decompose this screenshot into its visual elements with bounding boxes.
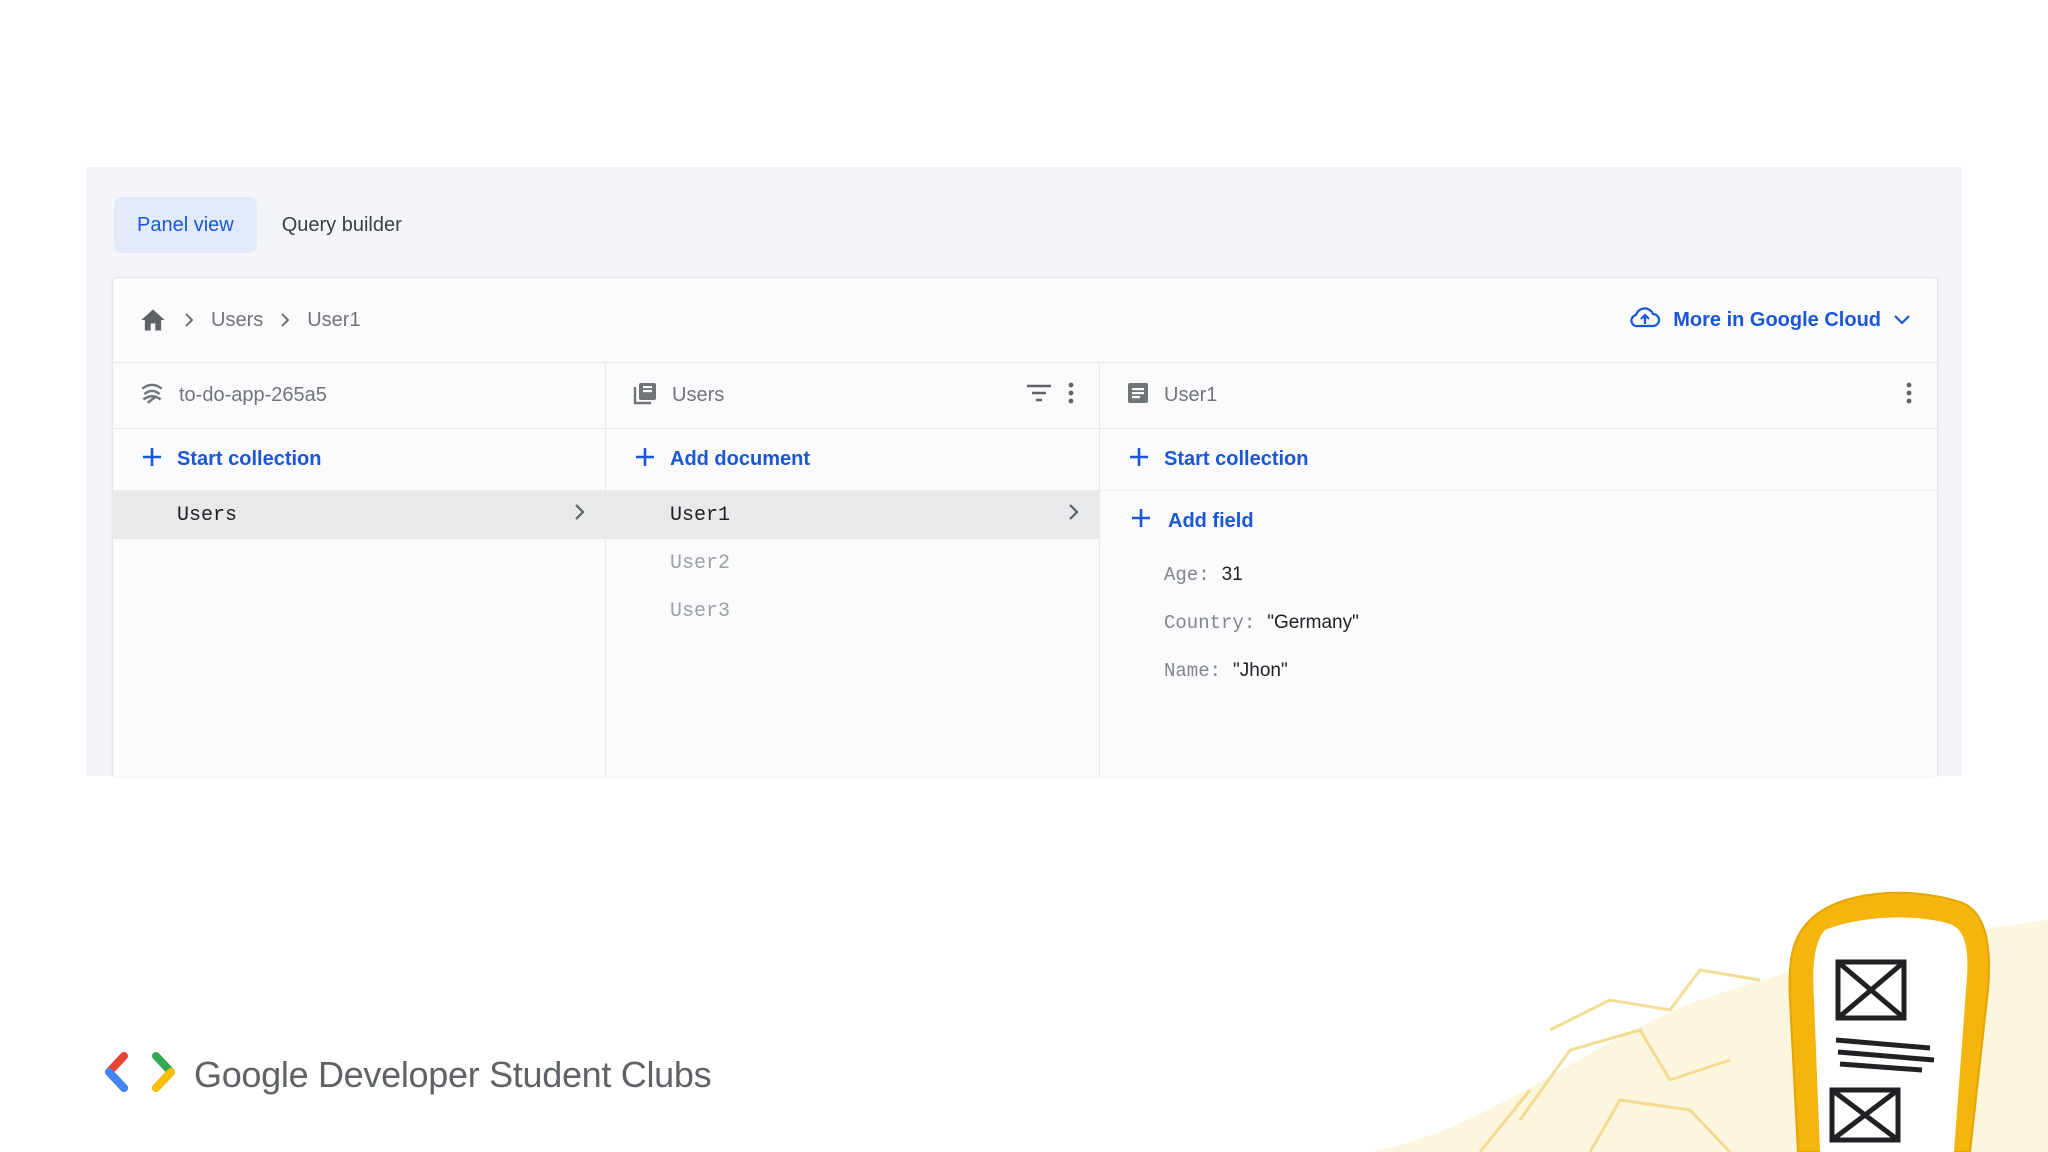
chevron-right-icon xyxy=(1067,502,1081,529)
home-icon[interactable] xyxy=(139,307,167,333)
firestore-console: Panel view Query builder Users User1 Mor… xyxy=(86,167,1962,776)
collection-title: Users xyxy=(672,384,725,406)
filter-icon[interactable] xyxy=(1025,382,1053,410)
add-field-button[interactable]: Add field xyxy=(1100,491,1937,551)
list-item-label: User2 xyxy=(670,551,731,575)
more-vert-icon[interactable] xyxy=(1905,381,1913,411)
start-subcollection-button[interactable]: Start collection xyxy=(1100,429,1937,491)
database-icon xyxy=(139,380,165,412)
start-collection-label: Start collection xyxy=(1164,448,1309,470)
chevron-right-icon xyxy=(573,502,587,529)
field-row[interactable]: Country: "Germany" xyxy=(1100,599,1937,647)
brand-name: Google Developer Student Clubs xyxy=(194,1053,712,1095)
tab-panel-view[interactable]: Panel view xyxy=(114,197,257,253)
breadcrumb-user1[interactable]: User1 xyxy=(307,309,360,332)
collection-item-users[interactable]: Users xyxy=(113,491,605,539)
phone-illustration xyxy=(1370,880,2048,1152)
cloud-icon xyxy=(1629,305,1661,335)
project-title: to-do-app-265a5 xyxy=(179,384,327,406)
more-in-google-cloud-label: More in Google Cloud xyxy=(1673,308,1881,331)
list-item-label: User1 xyxy=(670,503,731,527)
chevron-right-icon xyxy=(279,312,291,328)
chevron-right-icon xyxy=(183,312,195,328)
document-item-user1[interactable]: User1 xyxy=(606,491,1099,539)
document-panel: User1 Start collection Add field Age: 31… xyxy=(1100,363,1937,776)
tab-query-builder[interactable]: Query builder xyxy=(259,197,425,253)
add-document-label: Add document xyxy=(670,448,810,470)
add-field-label: Add field xyxy=(1168,509,1254,532)
field-value: "Jhon" xyxy=(1233,660,1288,681)
plus-icon xyxy=(634,446,656,474)
breadcrumb-users[interactable]: Users xyxy=(211,309,263,332)
plus-icon xyxy=(1128,446,1150,474)
chevron-down-icon xyxy=(1893,309,1911,332)
document-icon xyxy=(1126,381,1150,411)
field-row[interactable]: Name: "Jhon" xyxy=(1100,647,1937,695)
plus-icon xyxy=(141,446,163,474)
field-key: Name: xyxy=(1164,660,1222,682)
list-item-label: Users xyxy=(177,503,238,527)
more-vert-icon[interactable] xyxy=(1067,381,1075,411)
collection-panel: Users Add document User1 User2 User3 xyxy=(606,363,1100,776)
gdsc-brand: Google Developer Student Clubs xyxy=(104,1050,712,1099)
list-item-label: User3 xyxy=(670,599,731,623)
data-card: Users User1 More in Google Cloud to-do-a… xyxy=(112,277,1938,776)
more-in-google-cloud-button[interactable]: More in Google Cloud xyxy=(1629,305,1911,335)
gdsc-logo-icon xyxy=(104,1050,178,1099)
field-key: Age: xyxy=(1164,564,1210,586)
view-tabs: Panel view Query builder xyxy=(114,197,425,253)
field-row[interactable]: Age: 31 xyxy=(1100,551,1937,599)
start-collection-button[interactable]: Start collection xyxy=(113,429,605,491)
field-value: 31 xyxy=(1221,564,1243,585)
document-item-user2[interactable]: User2 xyxy=(606,539,1099,587)
add-document-button[interactable]: Add document xyxy=(606,429,1099,491)
collection-icon xyxy=(632,381,658,411)
root-panel: to-do-app-265a5 Start collection Users xyxy=(113,363,606,776)
start-collection-label: Start collection xyxy=(177,448,322,470)
plus-icon xyxy=(1130,507,1152,535)
document-title: User1 xyxy=(1164,384,1218,406)
document-item-user3[interactable]: User3 xyxy=(606,587,1099,635)
field-key: Country: xyxy=(1164,612,1256,634)
field-value: "Germany" xyxy=(1267,612,1359,633)
breadcrumb: Users User1 More in Google Cloud xyxy=(113,278,1937,363)
